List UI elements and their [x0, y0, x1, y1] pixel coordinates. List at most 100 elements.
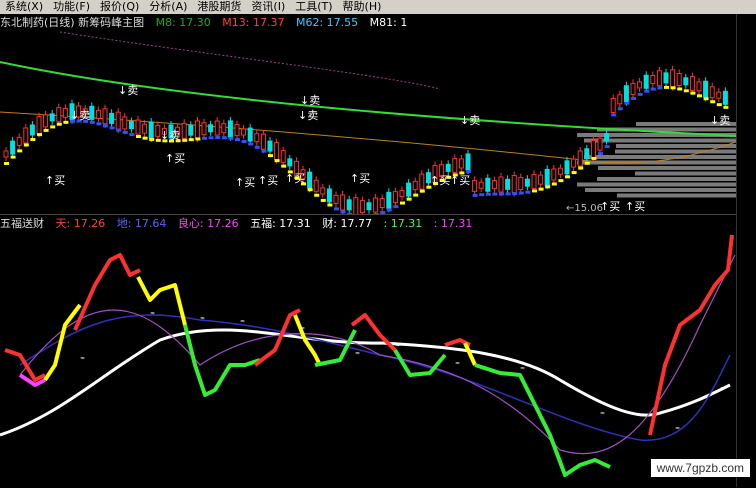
candle-body: [709, 86, 715, 99]
candle-body: [221, 123, 227, 134]
candle-body: [379, 198, 385, 209]
trend-band: [716, 103, 722, 107]
trend-band: [472, 193, 478, 197]
trend-band: [122, 130, 128, 134]
trend-band: [670, 86, 676, 90]
candle-body: [511, 175, 517, 194]
trend-band: [565, 175, 570, 179]
menu-item-3[interactable]: 分析(A): [144, 0, 192, 14]
candle-body: [181, 122, 187, 139]
candle-body: [386, 191, 392, 209]
sell-signal: ↓卖: [70, 109, 90, 122]
marker: ≈: [355, 350, 360, 357]
candle-body: [359, 200, 365, 214]
candle-body: [307, 171, 313, 189]
trend-band: [208, 136, 214, 140]
trend-band: [584, 161, 590, 165]
candle-body: [148, 121, 154, 139]
candle-body: [557, 167, 563, 175]
trend-band: [116, 128, 122, 132]
trend-band: [419, 189, 425, 193]
marker: ≈: [150, 310, 155, 317]
candle-body: [663, 72, 669, 84]
candle-body: [326, 188, 332, 203]
chip-bar: [598, 166, 736, 170]
sell-signal: ↓卖: [160, 129, 180, 142]
trend-band: [320, 198, 326, 202]
low-price-label: ←15.06: [566, 203, 604, 214]
candle-body: [227, 120, 233, 138]
candle-body: [142, 123, 148, 134]
marker: ≈: [720, 385, 725, 392]
trend-band: [598, 152, 603, 156]
buy-signal: ↑买: [430, 174, 450, 187]
candle-body: [214, 120, 220, 136]
trend-band: [188, 138, 194, 142]
candle-body: [412, 181, 418, 191]
candle-body: [95, 109, 101, 119]
menu-item-0[interactable]: 系统(X): [0, 0, 48, 14]
trend-band: [710, 100, 716, 104]
menu-item-6[interactable]: 工具(T): [290, 0, 337, 14]
menu-item-2[interactable]: 报价(Q): [95, 0, 144, 14]
candle-body: [3, 150, 9, 158]
menu-item-1[interactable]: 功能(F): [48, 0, 95, 14]
trend-band: [136, 135, 141, 139]
candle-body: [531, 173, 537, 189]
candle-body: [630, 82, 636, 95]
tian-line-segment: [43, 303, 82, 382]
candle-body: [505, 178, 511, 190]
indicator-chart[interactable]: ≈ ≈ ≈ ≈ ≈ ≈ ≈ ≈ ≈ ≈ ≈ ≈: [0, 215, 736, 488]
trend-band: [657, 86, 663, 90]
trend-band: [532, 189, 537, 193]
trend-band: [611, 113, 617, 117]
candle-body: [551, 168, 557, 181]
candle-body: [36, 116, 42, 135]
menu-item-7[interactable]: 帮助(H): [338, 0, 387, 14]
candle-body: [716, 91, 722, 99]
trend-band: [558, 179, 564, 183]
sell-signal: ↓卖: [298, 109, 318, 122]
candle-body: [571, 158, 577, 168]
candle-body: [373, 197, 379, 213]
menu-item-5[interactable]: 资讯(I): [246, 0, 290, 14]
marker: ≈: [200, 315, 205, 322]
trend-band: [697, 94, 702, 98]
main-chart-panel[interactable]: 东北制药(日线) 新筹码峰主图 M8: 17.30 M13: 17.37 M62…: [0, 14, 736, 214]
sell-signal: ↓卖: [300, 94, 320, 107]
candle-body: [115, 111, 121, 130]
trend-band: [254, 145, 260, 149]
candle-body: [643, 74, 649, 89]
trend-band: [23, 143, 29, 147]
candle-body: [29, 124, 35, 136]
candle-body: [43, 114, 49, 128]
buy-signal: ↑买: [450, 174, 470, 187]
trend-band: [149, 137, 155, 141]
candle-body: [604, 133, 610, 142]
candle-body: [564, 160, 570, 175]
main-candle-chart[interactable]: ↓卖↓卖↓卖 ↓卖 ↓卖↓卖↓卖↑买↑买↑买 ↑买 ↑买 ↑买 ↑买 ↑买↑买 ↑买: [0, 14, 736, 214]
candle-body: [287, 158, 293, 167]
tian-line-segment: [4, 348, 46, 382]
trend-band: [551, 182, 557, 186]
trend-band: [228, 136, 234, 140]
candle-body: [135, 119, 141, 135]
candle-body: [491, 180, 497, 190]
buy-signal: ↑买: [350, 172, 370, 185]
candle-body: [313, 179, 319, 192]
trend-band: [63, 120, 69, 124]
trend-band: [512, 192, 518, 196]
candle-body: [208, 124, 214, 133]
indicator-panel[interactable]: 五福送财 天: 17.26 地: 17.64 良心: 17.26 五福: 17.…: [0, 214, 736, 488]
candle-body: [267, 140, 273, 152]
ma-dotted-line: [59, 31, 441, 90]
marker: ≈: [600, 410, 605, 417]
buy-signal: ↑买: [625, 200, 645, 213]
menu-item-4[interactable]: 港股期货: [192, 0, 246, 14]
di-line: [19, 314, 731, 441]
candle-body: [538, 174, 544, 185]
candle-body: [320, 187, 326, 195]
trend-band: [723, 105, 729, 109]
candle-body: [122, 116, 128, 130]
trend-band: [261, 149, 267, 153]
